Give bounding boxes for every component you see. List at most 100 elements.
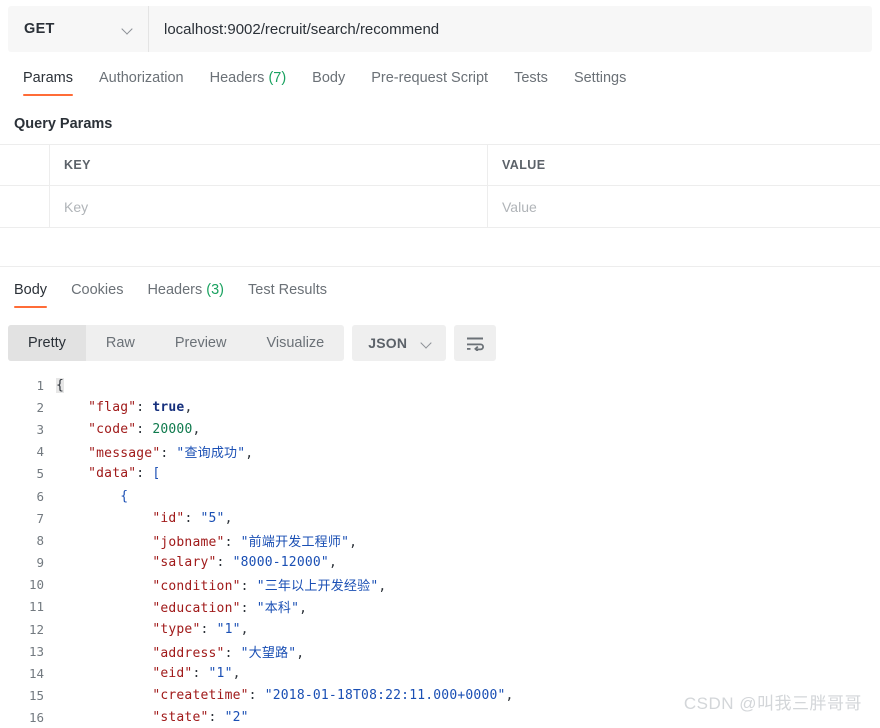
request-url-bar: GET localhost:9002/recruit/search/recomm…	[8, 6, 872, 52]
tab-tests[interactable]: Tests	[501, 62, 561, 98]
query-params-heading: Query Params	[14, 116, 113, 132]
code-token: "flag"	[88, 399, 137, 415]
code-line-content: "jobname": "前端开发工程师",	[56, 531, 880, 550]
code-line-content: "address": "大望路",	[56, 642, 880, 661]
tab-pre-request-script[interactable]: Pre-request Script	[358, 62, 501, 98]
tab-body[interactable]: Body	[299, 62, 358, 98]
code-token: "code"	[88, 421, 137, 437]
tab-authorization[interactable]: Authorization	[86, 62, 197, 98]
response-format-selector[interactable]: JSON	[352, 325, 447, 361]
view-mode-label: Raw	[105, 335, 135, 351]
table-header-row: KEY VALUE	[0, 144, 880, 186]
http-method-selector[interactable]: GET	[8, 6, 148, 52]
http-method-label: GET	[24, 21, 55, 37]
code-token: "address"	[152, 645, 225, 661]
code-token: "2018-01-18T08:22:11.000+0000"	[264, 688, 506, 704]
view-mode-raw[interactable]: Raw	[86, 325, 155, 361]
line-number: 3	[36, 421, 44, 437]
url-value: localhost:9002/recruit/search/recommend	[164, 20, 440, 38]
code-token: "message"	[88, 446, 161, 462]
code-line: 10 "condition": "三年以上开发经验",	[0, 574, 880, 596]
response-tab-test-results[interactable]: Test Results	[236, 276, 339, 309]
code-token: "本科"	[256, 601, 300, 617]
line-number: 12	[28, 621, 44, 637]
line-number: 2	[36, 399, 44, 415]
code-token: :	[224, 534, 241, 550]
tab-label: Pre-request Script	[371, 70, 489, 86]
line-number: 5	[36, 466, 44, 482]
code-token: :	[160, 446, 177, 462]
url-input[interactable]: localhost:9002/recruit/search/recommend	[149, 6, 872, 52]
code-token: :	[136, 421, 153, 437]
view-mode-visualize[interactable]: Visualize	[246, 325, 344, 361]
code-token: "data"	[88, 466, 137, 482]
line-number: 6	[36, 488, 44, 504]
response-body-code-viewer[interactable]: 1{2 "flag": true, 3 "code": 20000, 4 "mess…	[0, 374, 880, 728]
code-line: 13 "address": "大望路",	[0, 640, 880, 662]
line-number: 16	[28, 710, 44, 726]
chevron-down-icon	[421, 337, 433, 349]
column-header-key: KEY	[50, 145, 488, 185]
code-token: "2"	[224, 710, 249, 726]
code-token: ,	[192, 421, 201, 437]
response-tab-cookies[interactable]: Cookies	[59, 276, 135, 309]
tab-params[interactable]: Params	[10, 62, 86, 98]
query-params-table: KEY VALUE Key Value	[0, 144, 880, 228]
code-token: "前端开发工程师"	[240, 534, 350, 550]
code-line-content: {	[56, 489, 880, 504]
view-mode-label: Preview	[174, 335, 227, 351]
view-mode-label: Visualize	[266, 335, 325, 351]
code-token: ,	[378, 579, 387, 595]
code-token: "state"	[152, 710, 209, 726]
code-token: "condition"	[152, 579, 241, 595]
code-line: 3 "code": 20000,	[0, 418, 880, 440]
code-token: :	[248, 688, 265, 704]
code-line-content: "message": "查询成功",	[56, 442, 880, 461]
chevron-down-icon	[122, 23, 134, 35]
request-tab-bar: Params Authorization Headers (7) Body Pre-re…	[0, 62, 880, 104]
code-token: ,	[349, 534, 358, 550]
tab-label: Test Results	[248, 282, 327, 298]
view-mode-preview[interactable]: Preview	[155, 325, 247, 361]
tab-label: Authorization	[98, 70, 184, 86]
code-token: 20000	[152, 421, 193, 437]
tab-headers[interactable]: Headers (7)	[197, 62, 300, 98]
code-token: :	[136, 466, 153, 482]
code-token: :	[192, 666, 209, 682]
code-token: "type"	[152, 621, 201, 637]
response-tab-headers[interactable]: Headers (3)	[135, 276, 236, 309]
postman-request-response-view: GET localhost:9002/recruit/search/recomm…	[0, 0, 880, 728]
response-tab-bar: Body Cookies Headers (3) Test Results	[0, 276, 880, 314]
response-format-label: JSON	[368, 335, 408, 351]
code-line: 8 "jobname": "前端开发工程师",	[0, 529, 880, 551]
view-mode-label: Pretty	[28, 335, 66, 351]
line-number: 14	[28, 666, 44, 682]
line-number: 9	[36, 555, 44, 571]
table-row[interactable]: Key Value	[0, 186, 880, 228]
tab-label: Settings	[573, 70, 627, 86]
response-tab-body[interactable]: Body	[2, 276, 59, 309]
code-line: 6 {	[0, 485, 880, 507]
line-number: 13	[28, 643, 44, 659]
code-token: "id"	[152, 510, 185, 526]
code-token: {	[120, 488, 129, 504]
code-token: :	[216, 555, 233, 571]
line-number: 8	[36, 532, 44, 548]
tab-settings[interactable]: Settings	[561, 62, 639, 98]
wrap-text-button[interactable]	[454, 325, 497, 361]
view-mode-pretty[interactable]: Pretty	[8, 325, 86, 361]
value-input-cell[interactable]: Value	[488, 186, 880, 227]
code-token: "education"	[152, 601, 241, 617]
code-token: :	[224, 645, 241, 661]
code-line-content: "flag": true,	[56, 400, 880, 415]
code-line-content: "salary": "8000-12000",	[56, 555, 880, 570]
key-input-cell[interactable]: Key	[50, 186, 488, 227]
line-number: 4	[36, 444, 44, 460]
select-all-checkbox-cell[interactable]	[0, 145, 50, 185]
code-line: 5 "data": [	[0, 463, 880, 485]
code-token: "大望路"	[240, 645, 297, 661]
code-token: ,	[232, 666, 241, 682]
row-checkbox-cell[interactable]	[0, 186, 50, 227]
code-line-content: "eid": "1",	[56, 666, 880, 681]
response-view-toolbar: Pretty Raw Preview Visualize JSON	[8, 325, 497, 361]
